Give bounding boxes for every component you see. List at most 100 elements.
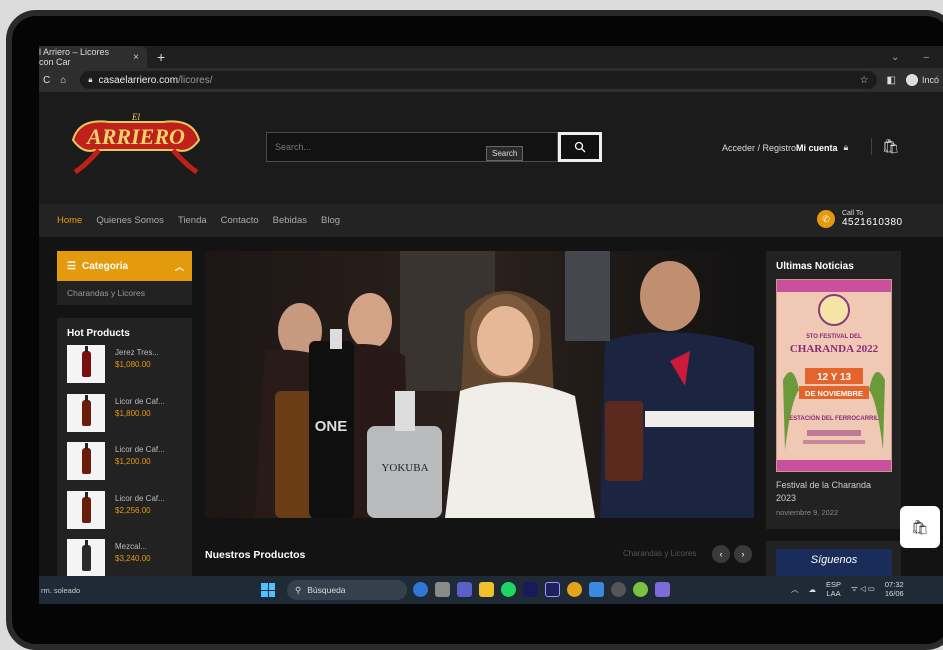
call-to[interactable]: ✆ Call To 4521610380 [817, 210, 903, 228]
cart-icon: 🛍︎ [911, 518, 929, 535]
clock[interactable]: 07:32 16/06 [885, 580, 904, 598]
call-number: 4521610380 [842, 217, 903, 228]
product-price: $1,200.00 [115, 457, 151, 466]
category-dropdown[interactable]: ☰ Categoria ︿ [57, 251, 192, 281]
product-item[interactable]: Licor de Caf... $1,200.00 [57, 442, 192, 491]
news-item-date: noviembre 9, 2022 [776, 508, 839, 517]
new-tab-button[interactable]: + [157, 49, 165, 65]
audition-icon[interactable] [545, 582, 560, 597]
app-icon-6[interactable] [523, 582, 538, 597]
minimize-icon[interactable]: – [923, 52, 929, 63]
category-item[interactable]: Charandas y Licores [57, 281, 192, 305]
website: ARRIERO El Search... Search Acceder / Re… [39, 92, 943, 576]
main-nav: Home Quienes Somos Tienda Contacto Bebid… [39, 204, 943, 237]
menu-icon: ☰ [67, 260, 76, 272]
browser-tab[interactable]: l Arriero – Licores con Car × [39, 46, 147, 68]
chevron-down-icon[interactable]: ⌄ [891, 52, 899, 63]
call-label: Call To [842, 210, 864, 217]
search-button[interactable] [558, 132, 602, 162]
browser-toolbar: C ⌂ 🔒︎ casaelarriero.com/licores/ ☆ ◧ In… [39, 68, 943, 92]
app-icon-2[interactable] [435, 582, 450, 597]
star-icon[interactable]: ☆ [860, 75, 869, 86]
lang-code: ESP [826, 580, 842, 589]
folder-icon[interactable] [479, 582, 494, 597]
wifi-volume-battery-icon[interactable]: ᯤ ◁ ▭ [851, 584, 875, 594]
section-link[interactable]: Charandas y Licores [623, 549, 696, 558]
incognito-badge[interactable]: Incó [905, 74, 939, 86]
news-widget: Ultimas Noticias 5TO FESTIVAL DEL CHARAN… [766, 251, 901, 529]
url-path: /licores/ [178, 74, 213, 86]
tab-title: l Arriero – Licores con Car [39, 47, 110, 67]
product-thumbnail[interactable] [67, 345, 105, 383]
nav-quienes-somos[interactable]: Quienes Somos [96, 215, 164, 226]
chevron-up-icon[interactable]: ︿ [791, 584, 799, 595]
incognito-icon [905, 74, 918, 86]
poster-line: ESTACIÓN DEL FERROCARRIL [789, 414, 879, 422]
clock-date: 16/06 [884, 589, 904, 598]
chevron-right-icon[interactable]: › [734, 545, 752, 563]
product-name[interactable]: Jerez Tres... [115, 348, 159, 357]
product-item[interactable]: Licor de Caf... $1,800.00 [57, 393, 192, 443]
browser-tabbar: l Arriero – Licores con Car × + ⌄ – [39, 46, 943, 68]
festival-poster[interactable]: 5TO FESTIVAL DEL CHARANDA 2022 12 Y 13 D… [776, 279, 892, 472]
product-thumbnail[interactable] [67, 442, 105, 480]
news-item-title[interactable]: Festival de la Charanda 2023 [776, 479, 891, 505]
follow-banner[interactable]: Síguenos [776, 549, 892, 576]
taskbar-search-label: Búsqueda [307, 585, 346, 595]
language-indicator[interactable]: ESP LAA [826, 580, 841, 598]
svg-text:El: El [131, 112, 140, 122]
app-icon-1[interactable] [413, 582, 428, 597]
floating-cart-button[interactable]: 🛍︎ [900, 506, 940, 548]
hero-banner[interactable]: ONE YOKUBA [205, 251, 754, 518]
chrome-icon[interactable] [567, 582, 582, 597]
svg-text:YOKUBA: YOKUBA [381, 462, 428, 474]
product-thumbnail[interactable] [67, 393, 105, 432]
taskbar-search[interactable]: ⚲ Búsqueda [287, 580, 407, 600]
search-icon: ⚲ [295, 584, 302, 595]
product-item[interactable]: Jerez Tres... $1,080.00 [57, 345, 192, 394]
app-icon-12[interactable] [655, 582, 670, 597]
product-price: $3,240.00 [115, 554, 151, 563]
product-thumbnail[interactable] [67, 490, 105, 529]
search-icon [574, 141, 586, 153]
app-icon-9[interactable] [589, 582, 604, 597]
nav-bebidas[interactable]: Bebidas [273, 215, 307, 226]
weather-text[interactable]: rm. soleado [41, 586, 80, 595]
app-icon-3[interactable] [457, 582, 472, 597]
reload-icon[interactable]: C [43, 75, 50, 86]
nav-contacto[interactable]: Contacto [221, 215, 259, 226]
nav-blog[interactable]: Blog [321, 215, 340, 226]
account-link[interactable]: Acceder / RegistroMi cuenta 🔒︎ [722, 142, 848, 153]
product-item[interactable]: Licor de Caf... $2,256.00 [57, 490, 192, 540]
spotify-icon[interactable] [501, 582, 516, 597]
cart-icon[interactable]: 🛍︎ [871, 138, 900, 155]
product-thumbnail[interactable] [67, 539, 105, 576]
windows-start-icon[interactable] [261, 583, 275, 597]
address-bar[interactable]: 🔒︎ casaelarriero.com/licores/ ☆ [80, 71, 877, 89]
incognito-label: Incó [921, 75, 939, 85]
taskbar: rm. soleado ⚲ Búsqueda ︿ ☁︎ ESP LAA ᯤ ◁ … [39, 576, 943, 604]
product-item[interactable]: Mezcal... $3,240.00 [57, 539, 192, 576]
svg-text:ARRIERO: ARRIERO [85, 124, 185, 149]
home-icon[interactable]: ⌂ [60, 75, 66, 86]
poster-line: 5TO FESTIVAL DEL [806, 334, 862, 340]
product-name[interactable]: Licor de Caf... [115, 494, 165, 503]
hot-products: Hot Products Jerez Tres... $1,080.00 Lico… [57, 318, 192, 576]
sidepanel-icon[interactable]: ◧ [887, 75, 896, 86]
close-icon[interactable]: × [133, 52, 139, 63]
poster-line: CHARANDA 2022 [790, 343, 879, 355]
screen: l Arriero – Licores con Car × + ⌄ – C ⌂ … [39, 46, 943, 604]
chevron-left-icon[interactable]: ‹ [712, 545, 730, 563]
hot-products-title: Hot Products [67, 328, 130, 339]
news-title: Ultimas Noticias [776, 261, 854, 272]
account-bold: Mi cuenta [796, 142, 838, 153]
product-name[interactable]: Mezcal... [115, 542, 151, 551]
app-icon-10[interactable] [611, 582, 626, 597]
network-icon[interactable]: ☁︎ [809, 585, 817, 594]
nav-home[interactable]: Home [57, 215, 82, 226]
nav-tienda[interactable]: Tienda [178, 215, 207, 226]
app-icon-11[interactable] [633, 582, 648, 597]
product-name[interactable]: Licor de Caf... [115, 445, 165, 454]
el-arriero-logo[interactable]: ARRIERO El [69, 110, 203, 178]
product-name[interactable]: Licor de Caf... [115, 397, 165, 406]
